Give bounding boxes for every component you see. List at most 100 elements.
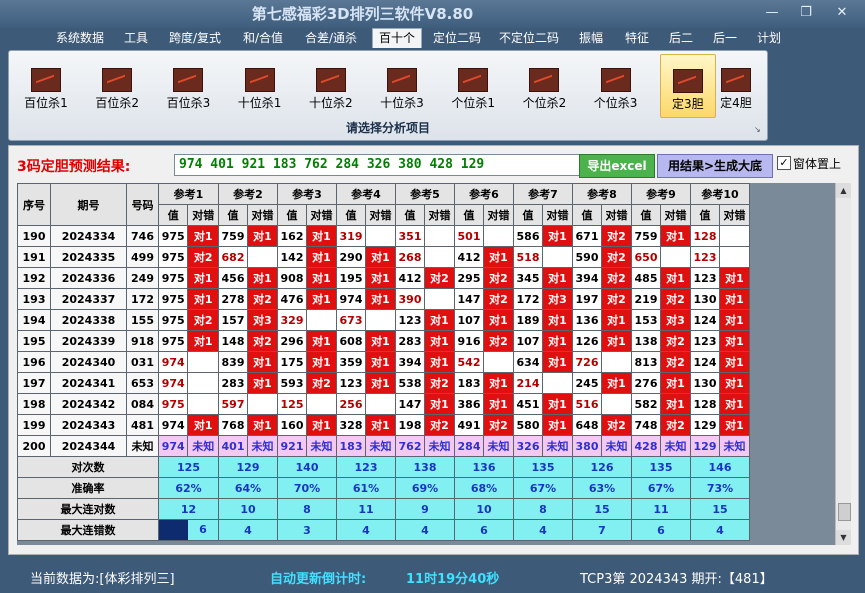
- table-row[interactable]: 199 2024343 481 974 对1 768 对1 160 对1 328 对1 198 对2 49…: [17, 414, 750, 436]
- header-result: 对错: [601, 204, 632, 226]
- value-cell: 123: [395, 309, 425, 331]
- tool-button-1[interactable]: 百位杀2: [90, 54, 144, 116]
- menu-item-11[interactable]: 后一: [710, 29, 740, 48]
- menu-item-2[interactable]: 跨度/复式: [166, 29, 224, 48]
- stats-value: 6: [158, 519, 219, 541]
- table-row[interactable]: 196 2024340 031 974 839 对1 175 对1 359 对1 394 对1 542 6…: [17, 351, 750, 373]
- value-cell: 359: [336, 351, 366, 373]
- pred-value-cell: 129: [690, 435, 720, 457]
- header-value: 值: [572, 204, 602, 226]
- menu-item-12[interactable]: 计划: [754, 29, 784, 48]
- result-cell: 对1: [365, 372, 396, 394]
- export-excel-button[interactable]: 导出excel: [579, 154, 655, 178]
- result-cell: 对1: [365, 267, 396, 289]
- value-cell: 124: [690, 309, 720, 331]
- tool-button-3[interactable]: 十位杀1: [233, 54, 287, 116]
- header-result: 对错: [424, 204, 455, 226]
- table-row[interactable]: 194 2024338 155 975 对2 157 对3 329 673 123 对1 107 对1 1…: [17, 309, 750, 331]
- tool-button-8[interactable]: 个位杀3: [589, 54, 643, 116]
- menu-item-5[interactable]: 百十个: [372, 28, 422, 48]
- result-cell: 对2: [660, 288, 691, 310]
- value-cell: 975: [157, 330, 189, 352]
- table-row[interactable]: 198 2024342 084 975 597 125 256 147 对1 386 对1 451 对1…: [17, 393, 750, 415]
- value-cell: 157: [218, 309, 248, 331]
- scroll-thumb[interactable]: [838, 503, 851, 521]
- result-cell: 对3: [660, 309, 691, 331]
- stats-label: 对次数: [17, 456, 159, 478]
- tool-label: 个位杀2: [522, 96, 567, 110]
- tool-label: 百位杀2: [95, 96, 139, 110]
- stats-split: 6: [159, 520, 218, 540]
- close-icon[interactable]: ✕: [832, 5, 852, 21]
- stats-value: 6: [454, 519, 514, 541]
- result-cell: 对2: [424, 372, 455, 394]
- result-cell: [187, 393, 219, 415]
- tool-button-2[interactable]: 百位杀3: [161, 54, 215, 116]
- menu-item-9[interactable]: 特征: [622, 29, 652, 48]
- scroll-down-icon[interactable]: ▼: [836, 530, 851, 545]
- tool-button-4[interactable]: 十位杀2: [304, 54, 358, 116]
- result-cell: 对2: [306, 372, 337, 394]
- tool-button-10[interactable]: 定4胆: [709, 54, 763, 116]
- prediction-row[interactable]: 200 2024344 未知 974 未知 401 未知 921 未知 183 未知 762 未知 284…: [17, 435, 750, 457]
- tool-button-7[interactable]: 个位杀2: [517, 54, 571, 116]
- menu-item-8[interactable]: 振幅: [576, 29, 606, 48]
- menu-item-4[interactable]: 合差/通杀: [301, 29, 361, 48]
- header-ref: 参考5: [395, 183, 455, 205]
- stats-value: 7: [572, 519, 632, 541]
- generate-base-button[interactable]: 用结果>生成大底: [657, 154, 773, 178]
- title-bar: 第七感福彩3D排列三软件V8.80 — ❐ ✕: [0, 0, 865, 28]
- tool-button-6[interactable]: 个位杀1: [446, 54, 500, 116]
- stats-value: 123: [336, 456, 396, 478]
- toolbar: 百位杀1 百位杀2 百位杀3 十位杀1 十位杀2 十位杀3 个位杀1 个位杀2 个位杀3 定3胆 定…: [8, 50, 768, 141]
- seq-cell: 197: [17, 372, 51, 394]
- stats-value: 126: [572, 456, 632, 478]
- menu-item-10[interactable]: 后二: [666, 29, 696, 48]
- result-cell: 对2: [601, 414, 632, 436]
- value-cell: 516: [572, 393, 602, 415]
- result-cell: 对1: [187, 267, 219, 289]
- menu-item-1[interactable]: 工具: [121, 29, 151, 48]
- seq-cell: 190: [17, 225, 51, 247]
- header-value: 值: [690, 204, 720, 226]
- vertical-scrollbar[interactable]: ▲ ▼: [835, 183, 851, 545]
- menu-item-3[interactable]: 和/合值: [240, 29, 286, 48]
- result-cell: 对1: [483, 372, 514, 394]
- table-row[interactable]: 192 2024336 249 975 对1 456 对1 908 对1 195 对1 412 对2 29…: [17, 267, 750, 289]
- tool-label: 定4胆: [720, 96, 752, 110]
- table-row[interactable]: 193 2024337 172 975 对1 278 对2 476 对1 974 对1 390 147 对…: [17, 288, 750, 310]
- value-cell: 476: [277, 288, 307, 310]
- prediction-label: 3码定胆预测结果:: [17, 159, 131, 175]
- tool-button-9[interactable]: 定3胆: [659, 54, 716, 118]
- pred-result-cell: 未知: [306, 435, 337, 457]
- expand-icon[interactable]: ↘: [754, 125, 761, 134]
- value-cell: 451: [513, 393, 543, 415]
- stats-value: 138: [395, 456, 455, 478]
- scroll-up-icon[interactable]: ▲: [836, 183, 851, 198]
- menu-item-0[interactable]: 系统数据: [54, 29, 106, 48]
- stats-value: 140: [277, 456, 337, 478]
- menu-item-6[interactable]: 定位二码: [430, 29, 484, 48]
- stats-value: 6: [631, 519, 691, 541]
- value-cell: 673: [336, 309, 366, 331]
- stats-value: 73%: [690, 477, 750, 499]
- tool-button-0[interactable]: 百位杀1: [19, 54, 73, 116]
- seq-cell: 191: [17, 246, 51, 268]
- result-cell: 对2: [601, 288, 632, 310]
- result-cell: [247, 393, 278, 415]
- menu-item-7[interactable]: 不定位二码: [496, 29, 562, 48]
- table-row[interactable]: 191 2024335 499 975 对2 682 142 对1 290 对1 268 412 对1 5…: [17, 246, 750, 268]
- restore-icon[interactable]: ❐: [796, 5, 816, 21]
- pred-value-cell: 974: [157, 435, 189, 457]
- result-cell: 对1: [660, 267, 691, 289]
- table-row[interactable]: 195 2024339 918 975 对1 148 对2 296 对1 608 对1 283 对1 91…: [17, 330, 750, 352]
- prediction-result-field[interactable]: 974 401 921 183 762 284 326 380 428 129: [174, 154, 582, 176]
- value-cell: 123: [690, 246, 720, 268]
- minimize-icon[interactable]: —: [762, 5, 782, 21]
- table-row[interactable]: 190 2024334 746 975 对1 759 对1 162 对1 319 351 501 586…: [17, 225, 750, 247]
- pin-window-checkbox[interactable]: ✓: [777, 156, 791, 170]
- table-row[interactable]: 197 2024341 653 974 283 对1 593 对2 123 对1 538 对2 183 对…: [17, 372, 750, 394]
- result-cell: 对1: [719, 330, 750, 352]
- result-cell: 对2: [424, 267, 455, 289]
- tool-button-5[interactable]: 十位杀3: [375, 54, 429, 116]
